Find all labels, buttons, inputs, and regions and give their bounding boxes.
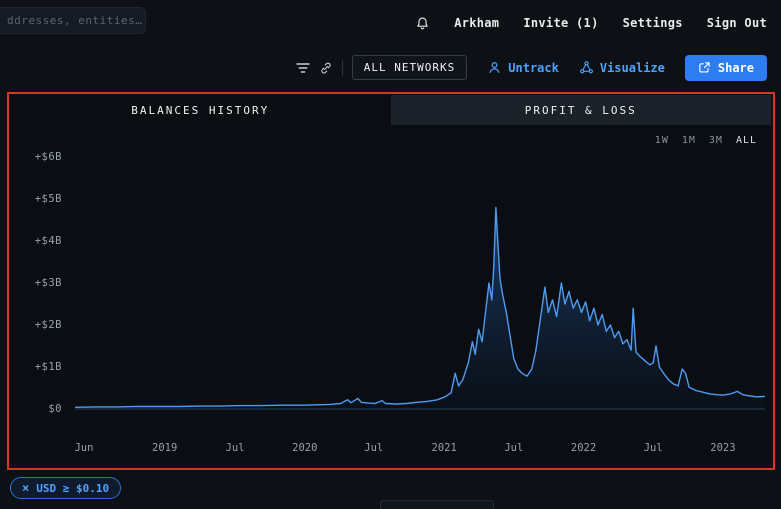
x-axis-label: 2021 [431, 442, 456, 454]
y-axis: +$6B +$5B +$4B +$3B +$2B +$1B $0 [10, 147, 66, 419]
y-axis-label: +$1B [10, 361, 62, 373]
range-button-1m[interactable]: 1M [682, 135, 696, 146]
usd-filter-chip[interactable]: × USD ≥ $0.10 [10, 477, 121, 499]
visualize-label: Visualize [600, 61, 665, 75]
untrack-button[interactable]: Untrack [487, 60, 559, 75]
x-axis-label: 2019 [152, 442, 177, 454]
y-axis-label: +$3B [10, 277, 62, 289]
x-axis-label: Jul [226, 442, 245, 454]
search-input[interactable]: ddresses, entities… [0, 7, 146, 34]
nav-item-arkham[interactable]: Arkham [454, 16, 499, 30]
x-axis-label: 2023 [710, 442, 735, 454]
y-axis-label: +$6B [10, 151, 62, 163]
nav-item-sign-out[interactable]: Sign Out [707, 16, 767, 30]
all-networks-button[interactable]: ALL NETWORKS [352, 55, 467, 80]
chart-toolbar: ALL NETWORKS Untrack Visualize [296, 54, 767, 81]
y-axis-label: +$2B [10, 319, 62, 331]
chip-close-icon[interactable]: × [22, 481, 29, 495]
x-axis-label: 2020 [292, 442, 317, 454]
x-axis-label: Jun [74, 442, 93, 454]
nav-item-settings[interactable]: Settings [623, 16, 683, 30]
range-button-1w[interactable]: 1W [655, 135, 669, 146]
x-axis-label: 2022 [571, 442, 596, 454]
top-navigation: Arkham Invite (1) Settings Sign Out [415, 13, 767, 33]
filter-icon[interactable] [296, 62, 310, 74]
toolbar-divider [342, 60, 343, 76]
share-label: Share [718, 61, 754, 75]
chart-tabs: BALANCES HISTORY PROFIT & LOSS [10, 95, 771, 125]
range-selector: 1W 1M 3M ALL [655, 135, 757, 146]
share-button[interactable]: Share [685, 55, 767, 81]
balances-card: BALANCES HISTORY PROFIT & LOSS 1W 1M 3M ALL… [10, 95, 771, 464]
x-axis-label: Jul [504, 442, 523, 454]
search-input-text: ddresses, entities… [7, 14, 142, 27]
tab-balances-history[interactable]: BALANCES HISTORY [10, 95, 391, 125]
untrack-person-icon [487, 60, 502, 75]
untrack-label: Untrack [508, 61, 559, 75]
range-button-3m[interactable]: 3M [709, 135, 723, 146]
share-icon [698, 61, 711, 74]
nav-item-invite[interactable]: Invite (1) [523, 16, 598, 30]
networks-group: ALL NETWORKS [296, 55, 467, 80]
x-axis: Jun 2019 Jul 2020 Jul 2021 Jul 2022 Jul 2023 [75, 442, 765, 456]
range-button-all[interactable]: ALL [736, 135, 757, 146]
link-icon[interactable] [319, 61, 333, 75]
partial-panel [380, 500, 494, 509]
balance-chart-plot[interactable] [75, 147, 765, 419]
network-graph-icon [579, 60, 594, 75]
y-axis-label: +$4B [10, 235, 62, 247]
chip-label: USD ≥ $0.10 [36, 482, 109, 495]
y-axis-label: $0 [10, 403, 62, 415]
visualize-button[interactable]: Visualize [579, 60, 665, 75]
tab-profit-loss[interactable]: PROFIT & LOSS [391, 95, 772, 125]
balance-area [75, 207, 765, 409]
y-axis-label: +$5B [10, 193, 62, 205]
bell-icon[interactable] [415, 16, 430, 31]
x-axis-label: Jul [644, 442, 663, 454]
balance-chart-svg[interactable] [75, 147, 765, 419]
x-axis-label: Jul [364, 442, 383, 454]
